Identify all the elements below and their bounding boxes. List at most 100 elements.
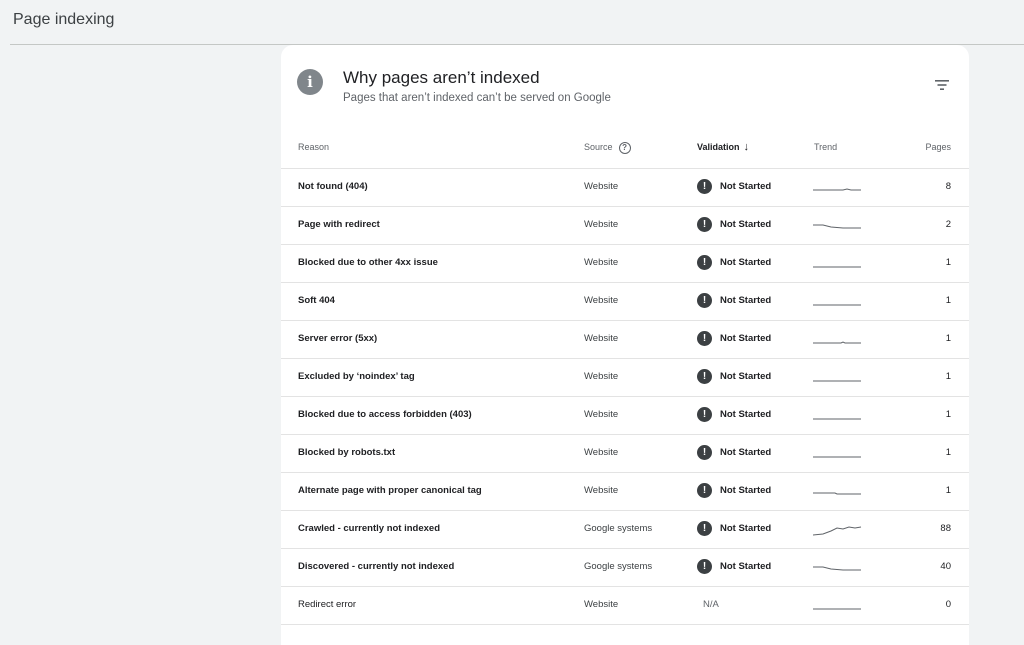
- validation-cell: ! Not Started: [697, 283, 771, 318]
- pages-cell: 1: [945, 333, 951, 344]
- trend-sparkline: [813, 566, 861, 571]
- page-title: Page indexing: [13, 11, 115, 28]
- exclamation-icon: !: [697, 521, 712, 536]
- validation-cell: ! Not Started: [697, 245, 771, 280]
- source-cell: Website: [584, 219, 619, 230]
- column-header-pages-label: Pages: [925, 142, 951, 152]
- validation-status: Not Started: [720, 447, 772, 458]
- pages-cell: 1: [945, 409, 951, 420]
- table-row[interactable]: Server error (5xx) Website! Not Started 1: [281, 321, 969, 359]
- column-header-reason[interactable]: Reason: [298, 135, 329, 168]
- source-cell: Website: [584, 371, 619, 382]
- table-row[interactable]: Crawled - currently not indexed Google sy…: [281, 511, 969, 549]
- validation-status: Not Started: [720, 219, 772, 230]
- exclamation-icon: !: [697, 255, 712, 270]
- pages-cell: 40: [940, 561, 951, 572]
- table-row[interactable]: Blocked due to other 4xx issue Website! No…: [281, 245, 969, 283]
- reason-cell: Discovered - currently not indexed: [298, 561, 455, 572]
- info-icon: i: [297, 69, 323, 95]
- validation-cell: ! Not Started: [697, 207, 771, 242]
- validation-status: Not Started: [720, 333, 772, 344]
- trend-sparkline: [813, 341, 861, 344]
- exclamation-icon: !: [697, 559, 712, 574]
- exclamation-icon: !: [697, 331, 712, 346]
- validation-status: Not Started: [720, 181, 772, 192]
- pages-cell: 88: [940, 523, 951, 534]
- exclamation-icon: !: [697, 407, 712, 422]
- validation-status: Not Started: [720, 409, 772, 420]
- pages-cell: 1: [945, 447, 951, 458]
- reason-cell: Not found (404): [298, 181, 368, 192]
- pages-cell: 1: [945, 371, 951, 382]
- source-cell: Website: [584, 295, 619, 306]
- table-row[interactable]: Redirect error Website N/A 0: [281, 587, 969, 625]
- source-cell: Website: [584, 447, 619, 458]
- table-row[interactable]: Blocked by robots.txt Website! Not Started…: [281, 435, 969, 473]
- column-header-source-label: Source: [584, 142, 613, 152]
- card-title: Why pages aren’t indexed: [343, 68, 540, 87]
- trend-sparkline: [813, 188, 861, 191]
- column-header-source[interactable]: Source?: [584, 135, 631, 168]
- trend-sparkline: [813, 418, 861, 420]
- indexing-reasons-card: i Why pages aren’t indexed Pages that ar…: [281, 45, 969, 645]
- help-icon[interactable]: ?: [618, 142, 631, 154]
- card-subtitle: Pages that aren’t indexed can’t be serve…: [343, 92, 611, 104]
- table-row[interactable]: Not found (404) Website! Not Started 8: [281, 169, 969, 207]
- reason-cell: Blocked by robots.txt: [298, 447, 396, 458]
- source-cell: Website: [584, 257, 619, 268]
- trend-sparkline: [813, 266, 861, 268]
- table-row[interactable]: Soft 404 Website! Not Started 1: [281, 283, 969, 321]
- page-header: Page indexing: [0, 0, 1024, 44]
- source-cell: Website: [584, 181, 619, 192]
- column-header-pages[interactable]: Pages: [925, 135, 951, 168]
- validation-cell: ! Not Started: [697, 169, 771, 204]
- source-cell: Website: [584, 599, 619, 610]
- validation-status: N/A: [703, 599, 719, 610]
- pages-cell: 8: [945, 181, 951, 192]
- table-row[interactable]: Alternate page with proper canonical tag…: [281, 473, 969, 511]
- validation-status: Not Started: [720, 257, 772, 268]
- exclamation-icon: !: [697, 179, 712, 194]
- exclamation-icon: !: [697, 483, 712, 498]
- column-header-validation-label: Validation: [697, 142, 740, 152]
- trend-sparkline: [813, 608, 861, 610]
- validation-cell: ! Not Started: [697, 511, 771, 546]
- table-row[interactable]: Discovered - currently not indexed Google…: [281, 549, 969, 587]
- pages-cell: 1: [945, 485, 951, 496]
- column-header-trend: Trend: [814, 135, 837, 168]
- source-cell: Website: [584, 333, 619, 344]
- reason-cell: Excluded by ‘noindex’ tag: [298, 371, 415, 382]
- pages-cell: 0: [945, 599, 951, 610]
- validation-status: Not Started: [720, 485, 772, 496]
- column-header-validation[interactable]: Validation ↓: [697, 135, 749, 168]
- table-row[interactable]: Blocked due to access forbidden (403) Web…: [281, 397, 969, 435]
- reason-cell: Crawled - currently not indexed: [298, 523, 440, 534]
- reason-cell: Page with redirect: [298, 219, 380, 230]
- validation-cell: ! Not Started: [697, 397, 771, 432]
- reason-cell: Alternate page with proper canonical tag: [298, 485, 482, 496]
- reason-cell: Blocked due to other 4xx issue: [298, 257, 438, 268]
- table-row[interactable]: Excluded by ‘noindex’ tag Website! Not Sta…: [281, 359, 969, 397]
- validation-status: Not Started: [720, 561, 772, 572]
- trend-sparkline: [813, 456, 861, 458]
- exclamation-icon: !: [697, 217, 712, 232]
- column-header-reason-label: Reason: [298, 142, 330, 152]
- table-header: Reason Source? Validation ↓ Trend Pages: [281, 135, 969, 169]
- filter-icon[interactable]: [929, 75, 955, 95]
- validation-status: Not Started: [720, 371, 772, 382]
- pages-cell: 2: [945, 219, 951, 230]
- table-row[interactable]: Page with redirect Website! Not Started 2: [281, 207, 969, 245]
- trend-sparkline: [813, 380, 861, 382]
- reason-cell: Blocked due to access forbidden (403): [298, 409, 472, 420]
- trend-sparkline: [813, 492, 861, 495]
- exclamation-icon: !: [697, 369, 712, 384]
- table-body: Not found (404) Website! Not Started 8 Page …: [281, 169, 969, 625]
- validation-cell: ! Not Started: [697, 549, 771, 584]
- source-cell: Google systems: [584, 523, 653, 534]
- validation-cell: ! Not Started: [697, 321, 771, 356]
- validation-cell: ! Not Started: [697, 359, 771, 394]
- reason-cell: Soft 404: [298, 295, 335, 306]
- source-cell: Website: [584, 409, 619, 420]
- trend-cell: [813, 595, 863, 632]
- validation-cell: N/A: [697, 587, 719, 622]
